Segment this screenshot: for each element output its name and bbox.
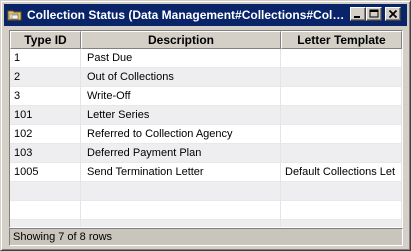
table-row[interactable]: 103 Deferred Payment Plan [10, 144, 402, 163]
title-bar[interactable]: Collection Status (Data Management#Colle… [4, 4, 407, 26]
description-cell[interactable]: Out of Collections [81, 68, 281, 87]
status-bar: Showing 7 of 8 rows [9, 228, 403, 246]
empty-cell [10, 220, 81, 227]
folder-icon [7, 7, 23, 23]
empty-cell [281, 201, 402, 220]
letter-template-cell[interactable]: Default Collections Let [281, 163, 402, 182]
table-row[interactable]: 2 Out of Collections [10, 68, 402, 87]
type-id-cell[interactable]: 3 [10, 87, 81, 106]
empty-cell [81, 201, 281, 220]
maximize-button[interactable] [366, 7, 382, 21]
table-row[interactable]: 3 Write-Off [10, 87, 402, 106]
minimize-button[interactable] [350, 7, 366, 21]
column-header-letter-template[interactable]: Letter Template [281, 31, 402, 49]
type-id-cell[interactable]: 2 [10, 68, 81, 87]
close-icon [388, 9, 398, 19]
grid-header: Type ID Description Letter Template [10, 31, 402, 49]
description-cell[interactable]: Past Due [81, 49, 281, 68]
collection-status-window: Collection Status (Data Management#Colle… [0, 0, 411, 251]
letter-template-cell[interactable] [281, 144, 402, 163]
type-id-cell[interactable]: 1005 [10, 163, 81, 182]
table-row[interactable]: 1005 Send Termination Letter Default Col… [10, 163, 402, 182]
row-count-status: Showing 7 of 8 rows [13, 231, 113, 243]
letter-template-cell[interactable] [281, 87, 402, 106]
empty-cell [81, 220, 281, 227]
empty-row [10, 182, 402, 201]
type-id-cell[interactable]: 101 [10, 106, 81, 125]
description-cell[interactable]: Letter Series [81, 106, 281, 125]
empty-cell [281, 182, 402, 201]
close-button[interactable] [385, 7, 401, 21]
empty-row [10, 201, 402, 220]
empty-cell [10, 201, 81, 220]
description-cell[interactable]: Write-Off [81, 87, 281, 106]
empty-row [10, 220, 402, 227]
table-row[interactable]: 101 Letter Series [10, 106, 402, 125]
type-id-cell[interactable]: 102 [10, 125, 81, 144]
grid-rows: 1 Past Due 2 Out of Collections 3 Write-… [10, 49, 402, 227]
type-id-cell[interactable]: 1 [10, 49, 81, 68]
description-cell[interactable]: Send Termination Letter [81, 163, 281, 182]
column-header-type-id[interactable]: Type ID [10, 31, 81, 49]
maximize-icon [369, 9, 379, 18]
letter-template-cell[interactable] [281, 125, 402, 144]
letter-template-cell[interactable] [281, 49, 402, 68]
empty-cell [81, 182, 281, 201]
description-cell[interactable]: Deferred Payment Plan [81, 144, 281, 163]
letter-template-cell[interactable] [281, 68, 402, 87]
column-header-description[interactable]: Description [81, 31, 281, 49]
description-cell[interactable]: Referred to Collection Agency [81, 125, 281, 144]
minimize-icon [354, 16, 360, 18]
letter-template-cell[interactable] [281, 106, 402, 125]
type-id-cell[interactable]: 103 [10, 144, 81, 163]
empty-cell [10, 182, 81, 201]
table-row[interactable]: 102 Referred to Collection Agency [10, 125, 402, 144]
table-row[interactable]: 1 Past Due [10, 49, 402, 68]
window-title: Collection Status (Data Management#Colle… [27, 8, 345, 22]
empty-cell [281, 220, 402, 227]
collection-status-grid[interactable]: Type ID Description Letter Template 1 Pa… [9, 30, 403, 228]
